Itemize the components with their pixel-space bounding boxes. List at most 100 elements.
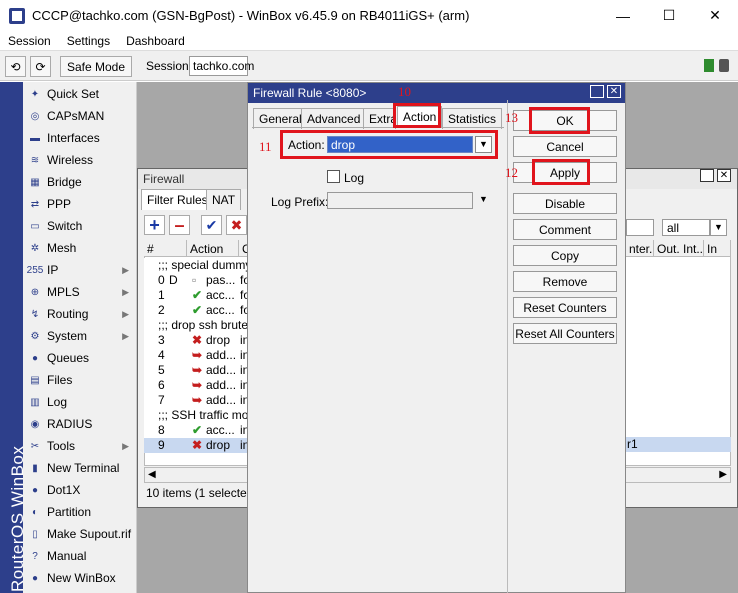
sidebar-item-label: Quick Set [47,87,100,101]
rule-close-button[interactable]: ✕ [607,85,621,98]
sidebar-item[interactable]: ✦ Quick Set [23,83,137,105]
menu-session[interactable]: Session [0,34,59,48]
capsman-icon: ◎ [30,110,40,122]
sidebar: ✦ Quick Set ◎ CAPsMAN ▬ Interfaces ≋ Wireless ▦ B… [23,82,137,593]
comment-row[interactable]: ;;; special dummy r [144,258,251,273]
tab-advanced[interactable]: Advanced [301,108,367,129]
firewall-maximize-button[interactable] [700,169,714,182]
rule-action: add... [206,348,237,362]
reset-all-counters-button[interactable]: Reset All Counters [513,323,617,344]
table-row[interactable]: 1 ✔ acc... fo [144,288,251,303]
cancel-button[interactable]: Cancel [513,136,617,157]
enable-icon[interactable]: ✔ [201,215,222,235]
tab-statistics[interactable]: Statistics [442,108,503,129]
system-icon: ⚙ [30,330,40,342]
sidebar-item[interactable]: 255 IP ▶ [23,259,137,281]
sidebar-item-label: Mesh [47,241,77,255]
add-icon[interactable]: + [144,215,165,235]
table-row[interactable]: 9 ✖ drop in [144,438,251,453]
log-prefix-field[interactable] [327,192,473,209]
sidebar-item[interactable]: ⇄ PPP [23,193,137,215]
remove-button[interactable]: Remove [513,271,617,292]
scroll-right-icon[interactable]: ▶ [719,469,727,480]
sidebar-item[interactable]: ⚙ System ▶ [23,325,137,347]
log-prefix-label: Log Prefix: [271,195,329,209]
minimize-button[interactable]: — [600,0,646,31]
sidebar-item-label: Log [47,395,68,409]
quick-set-icon: ✦ [30,88,40,100]
disable-button[interactable]: Disable [513,193,617,214]
sidebar-item[interactable]: ▬ Interfaces [23,127,137,149]
close-button[interactable]: ✕ [692,0,738,31]
col-number[interactable]: # [144,240,187,257]
sidebar-item[interactable]: ✲ Mesh [23,237,137,259]
tab-general[interactable]: General [253,108,308,129]
winbox-icon: ● [31,572,39,584]
col-in[interactable]: In [704,240,731,257]
scroll-left-icon[interactable]: ◀ [148,469,156,480]
menu-settings[interactable]: Settings [59,34,118,48]
reset-counters-button[interactable]: Reset Counters [513,297,617,318]
undo-button[interactable]: ⟲ [5,56,26,77]
sidebar-item[interactable]: ▯ Make Supout.rif [23,523,137,545]
session-field[interactable]: tachko.com [189,56,254,76]
sidebar-item[interactable]: ◉ RADIUS [23,413,137,435]
menu-dashboard[interactable]: Dashboard [118,34,193,48]
sidebar-item[interactable]: ▥ Log [23,391,137,413]
accept-icon: ✔ [192,288,203,302]
filter-dropdown-icon[interactable]: ▼ [710,219,727,236]
sidebar-item[interactable]: ◎ CAPsMAN [23,105,137,127]
sidebar-item-label: Routing [47,307,89,321]
comment-row[interactable]: ;;; drop ssh brute fo [144,318,251,333]
comment-row[interactable]: ;;; SSH traffic moni [144,408,251,423]
comment-text: ;;; special dummy r [158,258,251,272]
sidebar-item[interactable]: ● Queues [23,347,137,369]
table-row[interactable]: 3 ✖ drop in [144,333,251,348]
table-row[interactable]: 2 ✔ acc... fo [144,303,251,318]
sidebar-item[interactable]: ▭ Switch [23,215,137,237]
find-field[interactable] [626,219,654,236]
switch-icon: ▭ [30,220,40,232]
sidebar-item[interactable]: ↯ Routing ▶ [23,303,137,325]
remove-icon[interactable]: – [169,215,190,235]
table-row[interactable]: 4 ➥ add... in [144,348,251,363]
sidebar-item[interactable]: ≋ Wireless [23,149,137,171]
redo-button[interactable]: ⟳ [30,56,51,77]
log-checkbox[interactable] [327,170,340,183]
annotation-13: 13 [505,110,518,125]
sidebar-item[interactable]: ⊕ MPLS ▶ [23,281,137,303]
sidebar-item[interactable]: ▮ New Terminal [23,457,137,479]
sidebar-item[interactable]: ▦ Bridge [23,171,137,193]
sidebar-item[interactable]: ● New WinBox [23,567,137,589]
col-in-interface[interactable]: nter... [626,240,654,257]
table-row[interactable]: 6 ➥ add... in [144,378,251,393]
comment-button[interactable]: Comment [513,219,617,240]
tab-filter-rules[interactable]: Filter Rules [141,189,214,210]
tab-extra[interactable]: Extra [363,108,396,129]
sidebar-item[interactable]: ✂ Tools ▶ [23,435,137,457]
disable-icon[interactable]: ✖ [226,215,247,235]
col-action[interactable]: Action [187,240,239,257]
sidebar-item-label: Wireless [47,153,94,167]
rule-action: add... [206,378,237,392]
tab-nat[interactable]: NAT [206,189,242,210]
maximize-button[interactable]: ☐ [646,0,692,31]
brand-vertical-bar: RouterOS WinBox [0,82,27,593]
safe-mode-button[interactable]: Safe Mode [60,56,132,77]
sidebar-item[interactable]: ? Manual [23,545,137,567]
selected-row-cell[interactable]: r1 [626,437,731,452]
table-row[interactable]: 8 ✔ acc... in [144,423,251,438]
log-label: Log [344,171,365,185]
col-out-interface[interactable]: Out. Int... [654,240,704,257]
table-row[interactable]: 5 ➥ add... in [144,363,251,378]
table-row[interactable]: 0 D ▫ pas... fo [144,273,251,288]
filter-select[interactable]: all [662,219,710,236]
rule-maximize-button[interactable] [590,85,604,98]
sidebar-item[interactable]: ◐ Partition [23,501,137,523]
firewall-close-button[interactable]: ✕ [717,169,731,182]
sidebar-item[interactable]: ● Dot1X [23,479,137,501]
table-row[interactable]: 7 ➥ add... in [144,393,251,408]
sidebar-item[interactable]: ▤ Files [23,369,137,391]
log-prefix-dropdown-icon[interactable]: ▼ [479,194,488,204]
copy-button[interactable]: Copy [513,245,617,266]
